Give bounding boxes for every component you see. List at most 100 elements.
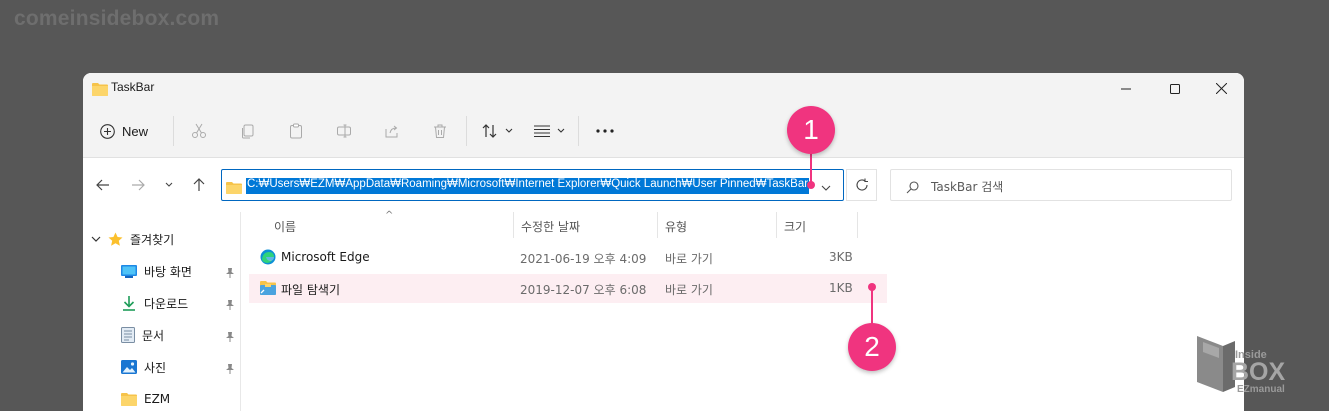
file-row-selected[interactable]: 파일 탐색기 2019-12-07 오후 6:08 바로 가기 1KB bbox=[249, 274, 887, 303]
watermark-text: comeinsidebox.com bbox=[14, 7, 220, 30]
rename-icon bbox=[337, 124, 351, 138]
column-divider bbox=[857, 212, 858, 238]
cut-icon bbox=[192, 123, 206, 138]
column-header-size[interactable]: 크기 bbox=[778, 218, 806, 242]
new-label: New bbox=[122, 123, 149, 139]
view-button[interactable] bbox=[533, 120, 565, 142]
toolbar-divider bbox=[578, 116, 579, 146]
sidebar-item-documents[interactable]: 문서 bbox=[121, 324, 164, 346]
svg-text:BOX: BOX bbox=[1231, 358, 1286, 386]
chevron-down-icon bbox=[505, 128, 513, 133]
file-size: 3KB bbox=[829, 250, 853, 264]
new-button[interactable]: New bbox=[100, 120, 148, 142]
marker-pointer-dot bbox=[807, 181, 815, 189]
sidebar-item-ezm[interactable]: EZM bbox=[121, 388, 170, 410]
address-bar[interactable]: C:₩Users₩EZM₩AppData₩Roaming₩Microsoft₩I… bbox=[221, 169, 844, 201]
title-bar: TaskBar bbox=[83, 73, 1244, 104]
up-button[interactable] bbox=[189, 175, 209, 195]
column-header-type[interactable]: 유형 bbox=[659, 218, 687, 242]
toolbar-divider bbox=[173, 116, 174, 146]
folder-icon bbox=[121, 393, 137, 406]
column-header-modified[interactable]: 수정한 날짜 bbox=[515, 218, 580, 242]
window-title: TaskBar bbox=[111, 80, 155, 94]
navigation-bar: C:₩Users₩EZM₩AppData₩Roaming₩Microsoft₩I… bbox=[83, 159, 1244, 212]
sidebar-item-label: 사진 bbox=[144, 360, 167, 375]
file-name: 파일 탐색기 bbox=[281, 283, 341, 297]
file-modified: 2021-06-19 오후 4:09 bbox=[520, 252, 647, 266]
marker-connector-line bbox=[871, 288, 873, 328]
chevron-down-icon bbox=[557, 128, 565, 133]
paste-button[interactable] bbox=[285, 120, 307, 142]
pin-icon[interactable] bbox=[225, 296, 235, 315]
sort-icon bbox=[482, 124, 497, 138]
sidebar-item-pictures[interactable]: 사진 bbox=[121, 356, 166, 378]
chevron-down-icon bbox=[91, 236, 101, 242]
address-path[interactable]: C:₩Users₩EZM₩AppData₩Roaming₩Microsoft₩I… bbox=[246, 178, 810, 194]
search-box[interactable]: TaskBar 검색 bbox=[890, 169, 1232, 201]
column-divider bbox=[657, 212, 658, 238]
desktop-icon bbox=[121, 264, 137, 278]
sidebar-item-desktop[interactable]: 바탕 화면 bbox=[121, 260, 192, 282]
column-header-name[interactable]: 이름 bbox=[268, 218, 296, 242]
file-row[interactable]: Microsoft Edge 2021-06-19 오후 4:09 바로 가기 … bbox=[249, 243, 887, 272]
sidebar-item-label: 바탕 화면 bbox=[144, 264, 192, 279]
delete-icon bbox=[434, 124, 446, 138]
more-button[interactable] bbox=[594, 120, 616, 142]
explorer-icon bbox=[260, 280, 276, 299]
sort-button[interactable] bbox=[481, 120, 513, 142]
sidebar-item-label: 문서 bbox=[142, 328, 165, 343]
close-icon bbox=[1215, 83, 1227, 94]
column-divider bbox=[776, 212, 777, 238]
sort-ascending-icon: ^ bbox=[385, 210, 394, 221]
close-button[interactable] bbox=[1198, 73, 1244, 104]
file-name: Microsoft Edge bbox=[281, 250, 370, 264]
chevron-down-icon bbox=[821, 185, 831, 191]
toolbar-divider bbox=[466, 116, 467, 146]
pin-icon[interactable] bbox=[225, 264, 235, 283]
minimize-icon bbox=[1121, 88, 1131, 89]
arrow-up-icon bbox=[193, 178, 205, 191]
sidebar-item-label: 다운로드 bbox=[144, 296, 189, 311]
file-size: 1KB bbox=[829, 281, 853, 295]
column-divider bbox=[513, 212, 514, 238]
chevron-down-icon bbox=[165, 182, 173, 187]
share-button[interactable] bbox=[381, 120, 403, 142]
forward-button[interactable] bbox=[128, 175, 148, 195]
search-placeholder: TaskBar 검색 bbox=[931, 180, 1004, 194]
maximize-icon bbox=[1170, 83, 1180, 94]
file-explorer-window: TaskBar New C:₩Users₩EZM₩AppData₩Roaming… bbox=[83, 73, 1244, 411]
refresh-button[interactable] bbox=[846, 169, 877, 201]
download-icon bbox=[123, 295, 135, 311]
pin-icon[interactable] bbox=[225, 328, 235, 347]
back-button[interactable] bbox=[93, 175, 113, 195]
minimize-button[interactable] bbox=[1103, 73, 1149, 104]
rename-button[interactable] bbox=[333, 120, 355, 142]
star-icon bbox=[108, 232, 123, 246]
marker-pointer-dot bbox=[868, 283, 876, 291]
annotation-marker-2: 2 bbox=[848, 323, 896, 371]
cut-button[interactable] bbox=[188, 120, 210, 142]
command-bar: New bbox=[83, 104, 1244, 158]
arrow-left-icon bbox=[96, 179, 109, 191]
document-icon bbox=[121, 327, 135, 343]
copy-button[interactable] bbox=[237, 120, 259, 142]
search-icon bbox=[906, 179, 919, 198]
address-dropdown-button[interactable] bbox=[821, 179, 831, 198]
pin-icon[interactable] bbox=[225, 360, 235, 379]
recent-locations-button[interactable] bbox=[159, 175, 179, 195]
view-icon bbox=[534, 125, 550, 138]
folder-icon bbox=[226, 179, 242, 198]
sidebar-item-downloads[interactable]: 다운로드 bbox=[121, 292, 188, 314]
plus-circle-icon bbox=[100, 123, 115, 139]
sidebar-item-favorites[interactable]: 즐겨찾기 bbox=[91, 228, 174, 250]
edge-icon bbox=[260, 249, 276, 269]
file-modified: 2019-12-07 오후 6:08 bbox=[520, 283, 647, 297]
file-list: ^ 이름 수정한 날짜 유형 크기 Microsoft Edge 2021-06… bbox=[241, 210, 1244, 411]
delete-button[interactable] bbox=[429, 120, 451, 142]
maximize-button[interactable] bbox=[1152, 73, 1198, 104]
more-icon bbox=[596, 129, 614, 133]
share-icon bbox=[385, 125, 398, 138]
marker-connector-line bbox=[810, 150, 812, 183]
arrow-right-icon bbox=[132, 179, 145, 191]
navigation-pane: 즐겨찾기 바탕 화면 다운로드 문서 사진 EZM bbox=[83, 212, 241, 411]
